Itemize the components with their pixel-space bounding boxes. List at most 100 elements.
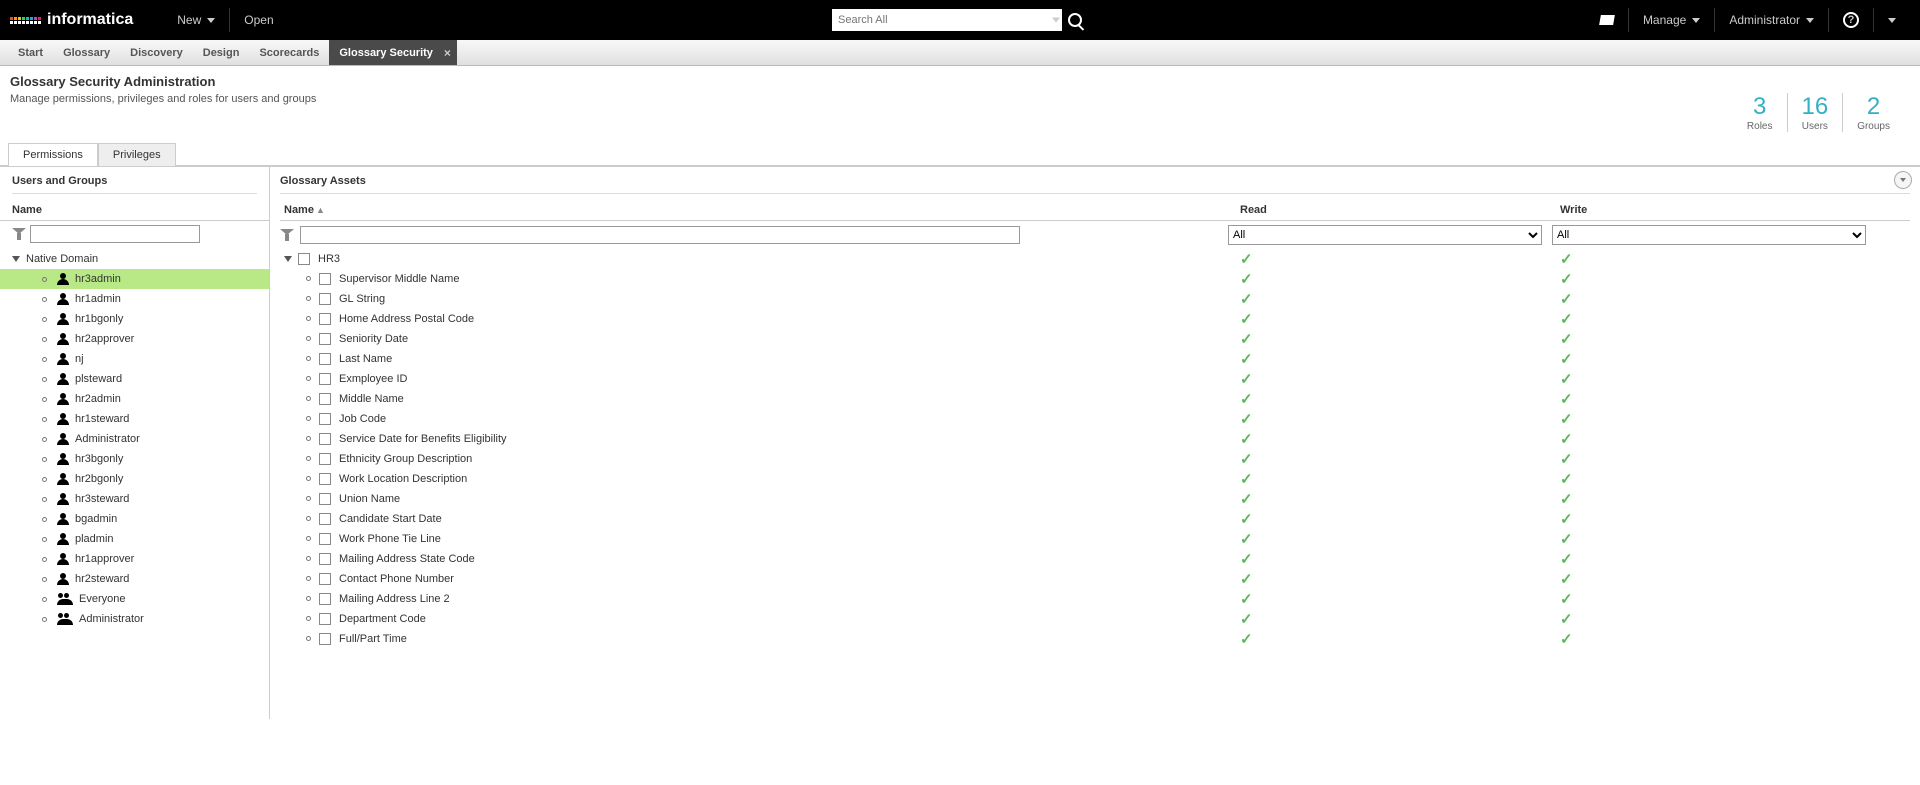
tree-item-hr2approver[interactable]: hr2approver [0,329,269,349]
nav-tab-discovery[interactable]: Discovery [120,40,193,65]
notifications-menu[interactable] [1586,8,1628,32]
user-icon [57,293,69,305]
asset-row[interactable]: Exmployee ID✓✓ [280,369,1910,389]
nav-tab-start[interactable]: Start [8,40,53,65]
checkbox[interactable] [319,433,331,445]
asset-row[interactable]: Service Date for Benefits Eligibility✓✓ [280,429,1910,449]
tree-item-everyone[interactable]: Everyone [0,589,269,609]
close-tab-icon[interactable]: × [444,46,451,60]
tree-item-hr1bgonly[interactable]: hr1bgonly [0,309,269,329]
user-icon [57,513,69,525]
checkbox[interactable] [319,633,331,645]
asset-row[interactable]: Home Address Postal Code✓✓ [280,309,1910,329]
asset-row[interactable]: Mailing Address State Code✓✓ [280,549,1910,569]
asset-row[interactable]: Union Name✓✓ [280,489,1910,509]
checkbox[interactable] [319,393,331,405]
tree-item-hr3admin[interactable]: hr3admin [0,269,269,289]
asset-row[interactable]: Last Name✓✓ [280,349,1910,369]
expand-toggle-icon[interactable] [12,256,20,262]
subtab-permissions[interactable]: Permissions [8,143,98,166]
nav-tab-scorecards[interactable]: Scorecards [249,40,329,65]
checkbox[interactable] [319,553,331,565]
asset-row[interactable]: Contact Phone Number✓✓ [280,569,1910,589]
subtab-privileges[interactable]: Privileges [98,143,176,166]
read-filter-select[interactable]: All [1228,225,1542,245]
asset-row[interactable]: Middle Name✓✓ [280,389,1910,409]
checkbox[interactable] [319,573,331,585]
assets-read-header[interactable]: Read [1240,204,1560,216]
checkmark-icon: ✓ [1240,411,1253,428]
open-menu[interactable]: Open [230,8,287,32]
new-menu[interactable]: New [163,8,230,32]
tree-item-hr2steward[interactable]: hr2steward [0,569,269,589]
checkmark-icon: ✓ [1240,371,1253,388]
asset-row[interactable]: Work Location Description✓✓ [280,469,1910,489]
checkbox[interactable] [319,293,331,305]
checkbox[interactable] [319,533,331,545]
checkbox[interactable] [319,353,331,365]
asset-row[interactable]: GL String✓✓ [280,289,1910,309]
users-name-header[interactable]: Name [0,200,269,221]
checkbox[interactable] [319,273,331,285]
checkbox[interactable] [319,313,331,325]
tree-item-hr1admin[interactable]: hr1admin [0,289,269,309]
assets-write-header[interactable]: Write [1560,204,1910,216]
asset-row-root[interactable]: HR3✓✓ [280,249,1910,269]
tree-item-hr1approver[interactable]: hr1approver [0,549,269,569]
user-menu[interactable]: Administrator [1714,8,1828,32]
tree-item-pladmin[interactable]: pladmin [0,529,269,549]
search-input[interactable] [832,9,1062,31]
panel-actions-menu[interactable] [1894,171,1912,189]
checkmark-icon: ✓ [1560,451,1573,468]
write-filter-select[interactable]: All [1552,225,1866,245]
users-filter-input[interactable] [30,225,200,243]
asset-row[interactable]: Supervisor Middle Name✓✓ [280,269,1910,289]
asset-row[interactable]: Job Code✓✓ [280,409,1910,429]
tree-item-administrator[interactable]: Administrator [0,429,269,449]
tree-item-hr3steward[interactable]: hr3steward [0,489,269,509]
checkbox[interactable] [319,593,331,605]
tree-item-hr3bgonly[interactable]: hr3bgonly [0,449,269,469]
expand-toggle-icon[interactable] [284,256,292,262]
checkbox[interactable] [319,413,331,425]
asset-row[interactable]: Candidate Start Date✓✓ [280,509,1910,529]
tree-item-label: hr1approver [75,553,134,565]
checkbox[interactable] [319,613,331,625]
asset-row[interactable]: Work Phone Tie Line✓✓ [280,529,1910,549]
asset-name: Last Name [339,353,392,365]
nav-tab-glossary[interactable]: Glossary [53,40,120,65]
asset-row[interactable]: Ethnicity Group Description✓✓ [280,449,1910,469]
search-button[interactable] [1062,9,1088,31]
checkbox[interactable] [319,493,331,505]
tree-item-administrator[interactable]: Administrator [0,609,269,629]
nav-tab-design[interactable]: Design [193,40,250,65]
asset-row[interactable]: Department Code✓✓ [280,609,1910,629]
top-menu-left: New Open [163,8,287,32]
assets-name-filter-input[interactable] [300,226,1020,244]
manage-menu[interactable]: Manage [1628,8,1714,32]
checkbox[interactable] [319,473,331,485]
tree-item-hr1steward[interactable]: hr1steward [0,409,269,429]
tree-item-plsteward[interactable]: plsteward [0,369,269,389]
tree-item-hr2bgonly[interactable]: hr2bgonly [0,469,269,489]
nav-tab-glossary-security[interactable]: Glossary Security× [329,40,457,65]
checkbox[interactable] [319,453,331,465]
search-scope-dropdown-icon[interactable] [1052,18,1060,23]
checkbox[interactable] [319,513,331,525]
asset-row[interactable]: Full/Part Time✓✓ [280,629,1910,649]
tree-item-hr2admin[interactable]: hr2admin [0,389,269,409]
bullet-icon [306,556,311,561]
assets-name-header[interactable]: Name▲ [280,204,1240,216]
help-menu[interactable]: ? [1828,8,1873,32]
tree-item-bgadmin[interactable]: bgadmin [0,509,269,529]
tree-domain-row[interactable]: Native Domain [0,249,269,269]
checkbox[interactable] [319,373,331,385]
checkbox[interactable] [298,253,310,265]
checkmark-icon: ✓ [1560,331,1573,348]
asset-row[interactable]: Seniority Date✓✓ [280,329,1910,349]
checkbox[interactable] [319,333,331,345]
tree-item-nj[interactable]: nj [0,349,269,369]
asset-row[interactable]: Mailing Address Line 2✓✓ [280,589,1910,609]
extra-menu[interactable] [1873,8,1910,32]
assets-table-body[interactable]: HR3✓✓Supervisor Middle Name✓✓GL String✓✓… [280,249,1910,719]
